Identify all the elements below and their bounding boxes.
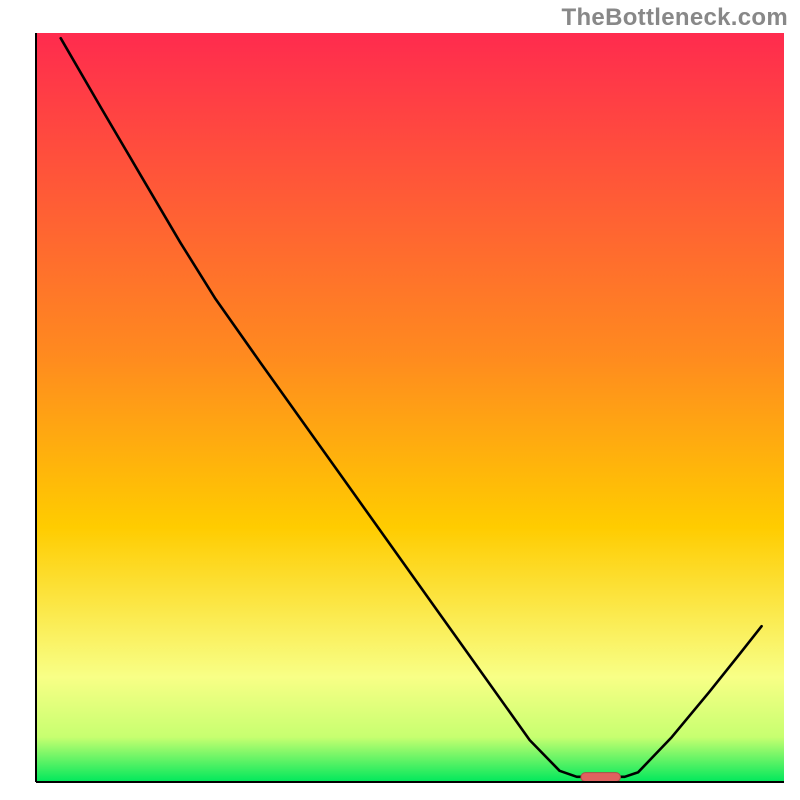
chart-svg xyxy=(0,0,800,800)
minimum-marker xyxy=(581,773,621,782)
plot-background xyxy=(36,33,784,782)
chart-container: TheBottleneck.com xyxy=(0,0,800,800)
